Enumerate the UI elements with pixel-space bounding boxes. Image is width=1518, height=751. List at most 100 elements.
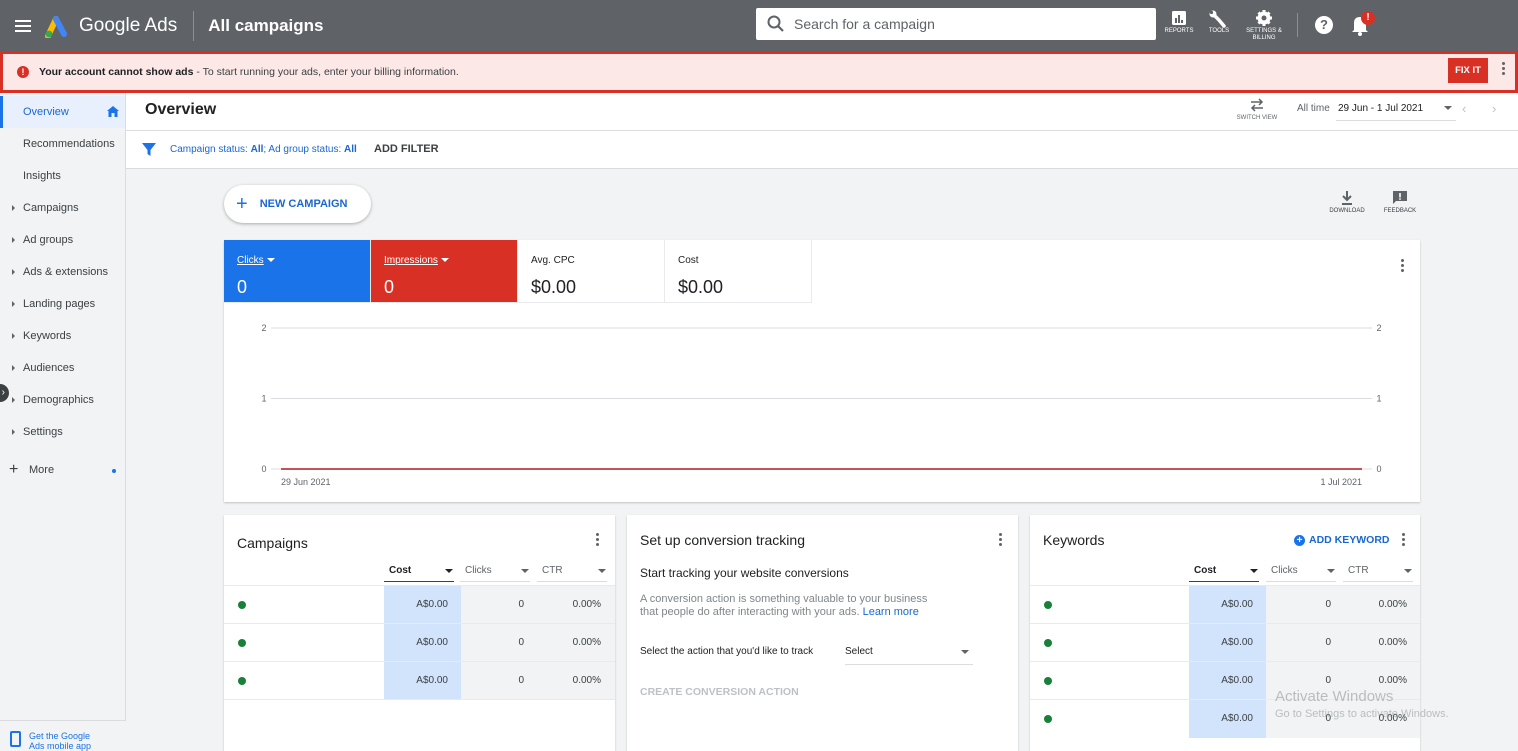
settings-billing-button[interactable]: SETTINGS & BILLING — [1242, 10, 1286, 42]
column-header-cost[interactable]: Cost — [1194, 565, 1258, 585]
metric-avg-cpc[interactable]: Avg. CPC $0.00 — [518, 240, 665, 303]
sidebar-item-landing-pages[interactable]: Landing pages — [0, 288, 125, 320]
date-dropdown-icon[interactable] — [1444, 106, 1452, 110]
sidebar-item-more[interactable]: + More — [0, 454, 125, 486]
table-row-divider — [224, 699, 615, 700]
mobile-app-link[interactable]: Get the Google Ads mobile app — [0, 720, 126, 751]
ctr-cell: 0.00% — [1378, 637, 1407, 648]
phone-icon — [10, 731, 21, 747]
download-icon — [1342, 191, 1352, 205]
column-header-ctr[interactable]: CTR — [542, 565, 606, 585]
search-input[interactable] — [794, 16, 1134, 32]
sidebar-item-ads-extensions[interactable]: Ads & extensions — [0, 256, 125, 288]
column-header-clicks[interactable]: Clicks — [465, 565, 529, 585]
clicks-cell: 0 — [518, 675, 524, 686]
plus-icon: + — [9, 461, 19, 478]
next-period-icon[interactable]: › — [1492, 101, 1496, 116]
table-row[interactable]: A$0.00 0 0.00% — [224, 661, 615, 700]
feedback-button[interactable]: FEEDBACK — [1380, 190, 1420, 214]
table-row[interactable]: A$0.00 0 0.00% — [1030, 585, 1420, 624]
date-range-label: All time — [1297, 103, 1330, 114]
reports-button[interactable]: REPORTS — [1157, 10, 1201, 35]
sidebar-item-audiences[interactable]: Audiences — [0, 352, 125, 384]
column-header-cost[interactable]: Cost — [389, 565, 453, 585]
cost-cell: A$0.00 — [416, 599, 448, 610]
previous-period-icon[interactable]: ‹ — [1462, 101, 1466, 116]
feedback-icon — [1393, 191, 1407, 204]
column-header-clicks[interactable]: Clicks — [1271, 565, 1335, 585]
add-filter-button[interactable]: ADD FILTER — [374, 143, 439, 155]
alert-body: - To start running your ads, enter your … — [193, 66, 459, 78]
create-conversion-action-button[interactable]: CREATE CONVERSION ACTION — [640, 686, 799, 698]
metric-cost[interactable]: Cost $0.00 — [665, 240, 812, 303]
campaign-status-label: Campaign status: — [170, 144, 251, 155]
active-filters[interactable]: Campaign status: All; Ad group status: A… — [170, 144, 357, 155]
card-more-icon[interactable] — [1402, 533, 1406, 547]
learn-more-link[interactable]: Learn more — [863, 606, 919, 618]
conversion-tracking-card: Set up conversion tracking Start trackin… — [627, 515, 1018, 751]
conversion-action-select[interactable]: Select — [845, 643, 973, 665]
card-more-icon[interactable] — [596, 533, 600, 547]
alert-more-icon[interactable] — [1502, 62, 1506, 76]
column-underline — [1343, 581, 1413, 582]
expand-arrow-icon — [12, 205, 15, 211]
metric-impressions[interactable]: Impressions 0 — [371, 240, 518, 303]
chart-more-icon[interactable] — [1401, 259, 1405, 273]
filter-icon[interactable] — [142, 143, 156, 157]
sidebar-item-overview[interactable]: Overview — [0, 96, 125, 128]
wrench-icon — [1209, 10, 1226, 28]
card-title: Campaigns — [237, 535, 308, 551]
sidebar-item-keywords[interactable]: Keywords — [0, 320, 125, 352]
clicks-cell: 0 — [1325, 599, 1331, 610]
ad-group-status-value: All — [344, 144, 357, 155]
table-row[interactable]: A$0.00 0 0.00% — [224, 585, 615, 624]
sidebar-item-demographics[interactable]: Demographics — [0, 384, 125, 416]
column-underline — [460, 581, 530, 582]
divider — [193, 10, 195, 41]
help-icon[interactable]: ? — [1315, 16, 1333, 34]
metric-clicks[interactable]: Clicks 0 — [224, 240, 371, 303]
campaign-search[interactable] — [756, 8, 1156, 40]
tools-button[interactable]: TOOLS — [1197, 10, 1241, 35]
metric-value: $0.00 — [678, 277, 724, 297]
sort-caret-icon — [1250, 569, 1258, 573]
column-header-ctr[interactable]: CTR — [1348, 565, 1412, 585]
new-campaign-button[interactable]: + NEW CAMPAIGN — [224, 185, 371, 223]
switch-view-button[interactable]: SWITCH VIEW — [1232, 97, 1282, 121]
main-menu-button[interactable] — [15, 19, 31, 32]
sidebar-item-settings[interactable]: Settings — [0, 416, 125, 448]
sidebar-item-insights[interactable]: Insights — [0, 160, 125, 192]
sidebar-item-ad-groups[interactable]: Ad groups — [0, 224, 125, 256]
sidebar-item-label: Keywords — [23, 330, 72, 342]
ctr-cell: 0.00% — [1378, 675, 1407, 686]
watermark-line2: Go to Settings to activate Windows. — [1275, 708, 1449, 720]
ad-group-status-label: ; Ad group status: — [263, 144, 344, 155]
page-title: Overview — [145, 101, 217, 118]
card-more-icon[interactable] — [999, 533, 1003, 547]
y-tick-label-right: 1 — [1376, 394, 1381, 404]
add-circle-icon: + — [1294, 534, 1305, 546]
cost-cell: A$0.00 — [1221, 675, 1253, 686]
date-range-picker[interactable]: 29 Jun - 1 Jul 2021 — [1338, 103, 1423, 114]
select-value: Select — [845, 646, 873, 657]
brand-name: Google Ads — [79, 14, 178, 36]
column-underline — [1189, 581, 1259, 582]
download-button[interactable]: DOWNLOAD — [1327, 190, 1367, 214]
y-tick-label-left: 2 — [261, 323, 266, 333]
sidebar-item-recommendations[interactable]: Recommendations — [0, 128, 125, 160]
y-tick-label-left: 0 — [261, 464, 266, 474]
windows-activation-watermark: Activate Windows Go to Settings to activ… — [1275, 688, 1449, 720]
y-tick-label-right: 0 — [1376, 464, 1381, 474]
conversion-action-question: Select the action that you'd like to tra… — [640, 646, 814, 657]
table-row[interactable]: A$0.00 0 0.00% — [1030, 623, 1420, 662]
ctr-cell: 0.00% — [572, 599, 601, 610]
mobile-app-text: Get the Google Ads mobile app — [29, 731, 91, 751]
alert-title: Your account cannot show ads — [39, 66, 194, 78]
dropdown-caret-icon — [521, 569, 529, 573]
fix-it-button[interactable]: FIX IT — [1448, 58, 1488, 83]
sidebar-item-campaigns[interactable]: Campaigns — [0, 192, 125, 224]
table-row[interactable]: A$0.00 0 0.00% — [224, 623, 615, 662]
cost-cell: A$0.00 — [1221, 713, 1253, 724]
dropdown-caret-icon — [598, 569, 606, 573]
add-keyword-button[interactable]: + ADD KEYWORD — [1294, 534, 1390, 546]
